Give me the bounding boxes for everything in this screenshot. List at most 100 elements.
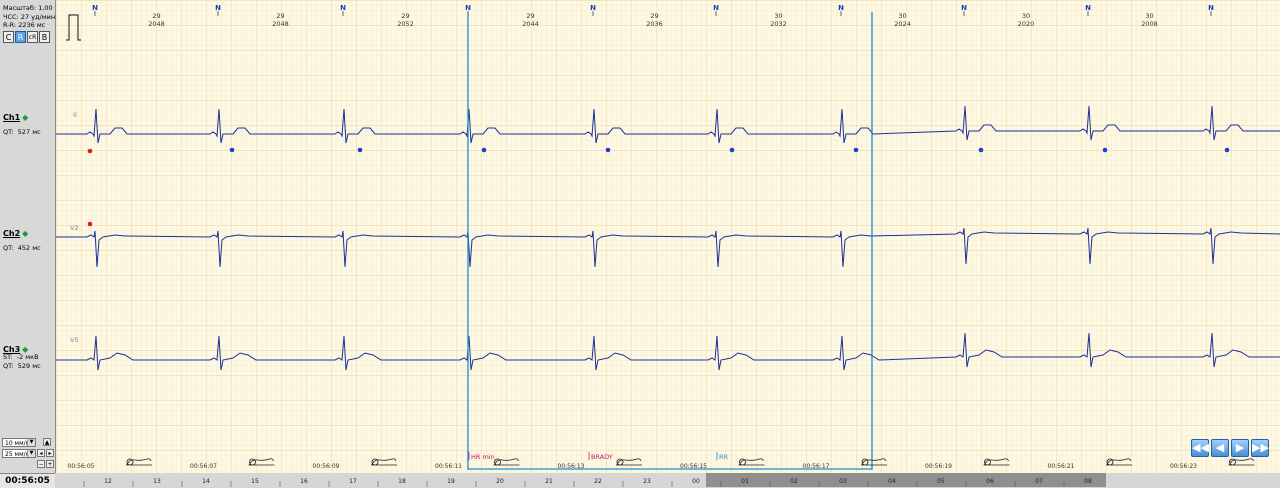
beat-marker[interactable] — [1102, 147, 1108, 153]
overview-tick-label: 06 — [986, 478, 994, 485]
zoom-in-button[interactable]: + — [46, 460, 54, 468]
rr-readout: R-R: 2236 мс — [3, 21, 45, 29]
prev-icon: ◀ — [1215, 441, 1225, 454]
beat-rr: 2008 — [1141, 20, 1158, 28]
hr-label: ЧСС: — [3, 13, 19, 21]
overview-timeline[interactable]: 12 13 14 15 16 17 18 19 20 21 22 23 00 01 02 03 04 05 06 07… — [56, 473, 1280, 487]
beat-label[interactable]: N — [838, 4, 844, 12]
event-rr[interactable]: RR — [719, 453, 729, 461]
beat-marker[interactable] — [87, 148, 93, 154]
time-tick-label: 00:56:21 — [1048, 463, 1075, 470]
beat-label[interactable]: N — [215, 4, 221, 12]
overview-tick-label: 05 — [937, 478, 945, 485]
chevron-down-icon: ▼ — [27, 450, 35, 457]
time-tick-label: 00:56:23 — [1170, 463, 1197, 470]
beat-marker[interactable] — [229, 147, 235, 153]
zoom-out-button[interactable]: − — [37, 460, 45, 468]
beat-marker[interactable] — [978, 147, 984, 153]
rr-unit: мс — [36, 21, 46, 29]
overview-tick-label: 23 — [643, 478, 651, 485]
mode-button-c[interactable]: C — [3, 31, 14, 43]
beat-marker[interactable] — [729, 147, 735, 153]
time-tick-label: 00:56:17 — [803, 463, 830, 470]
overview-tick-label: 12 — [104, 478, 112, 485]
overview-tick-label: 22 — [594, 478, 602, 485]
beat-hr: 29 — [152, 12, 160, 20]
time-tick-label: 00:56:09 — [313, 463, 340, 470]
channel-1-status-icon: ◆ — [22, 113, 29, 122]
beat-hr: 29 — [276, 12, 284, 20]
ecg-strip[interactable]: N292048N292048N292052N292044N292036N3020… — [56, 0, 1280, 473]
next-icon: ▶ — [1235, 441, 1245, 454]
rr-label: R-R: — [3, 21, 17, 29]
lead-label: V2 — [70, 224, 79, 232]
channel-3-qt: QT: 529 мс — [3, 362, 41, 370]
hr-value: 27 — [20, 13, 30, 21]
beat-label[interactable]: N — [1085, 4, 1091, 12]
beat-marker[interactable] — [481, 147, 487, 153]
beat-label[interactable]: N — [1208, 4, 1214, 12]
overview-tick-label: 13 — [153, 478, 161, 485]
overview-tick-label: 20 — [496, 478, 504, 485]
gain-up-button[interactable]: ▲ — [43, 438, 51, 446]
mode-button-cr[interactable]: cR — [27, 31, 38, 43]
beat-label[interactable]: N — [92, 4, 98, 12]
channel-3-st: ST: -2 мкВ — [3, 353, 39, 361]
beat-hr: 30 — [898, 12, 906, 20]
beat-label[interactable]: N — [961, 4, 967, 12]
beat-label[interactable]: N — [713, 4, 719, 12]
overview-tick-label: 01 — [741, 478, 749, 485]
beat-label[interactable]: N — [465, 4, 471, 12]
beat-marker[interactable] — [357, 147, 363, 153]
beat-marker[interactable] — [87, 221, 93, 227]
beat-marker[interactable] — [1224, 147, 1230, 153]
beat-rr: 2024 — [894, 20, 911, 28]
overview-tick-label: 16 — [300, 478, 308, 485]
overview-tick-label: 02 — [790, 478, 798, 485]
overview-tick-label: 19 — [447, 478, 455, 485]
event-hr-min[interactable]: HR min — [471, 453, 495, 461]
prev-button[interactable]: ◀ — [1211, 439, 1229, 457]
info-panel: Масштаб: 1,00 ЧСС: 27 уд/мин R-R: 2236 м… — [0, 0, 56, 473]
speed-select[interactable]: 25 мм/с ▼ — [2, 449, 36, 458]
beat-marker[interactable] — [605, 147, 611, 153]
beat-label[interactable]: N — [340, 4, 346, 12]
rewind-button[interactable]: ◀◀ — [1191, 439, 1209, 457]
speed-left-button[interactable]: ◂ — [37, 449, 45, 457]
current-time: 00:56:05 — [0, 473, 55, 488]
overview-tick-label: 03 — [839, 478, 847, 485]
beat-rr: 2036 — [646, 20, 663, 28]
beat-rr: 2032 — [770, 20, 787, 28]
fast-forward-icon: ▶▶ — [1252, 441, 1269, 454]
channel-2-qt: QT: 452 мс — [3, 244, 41, 252]
hr-readout: ЧСС: 27 уд/мин — [3, 13, 55, 21]
speed-right-button[interactable]: ▸ — [46, 449, 54, 457]
mode-button-r[interactable]: R — [15, 31, 26, 43]
channel-1-label[interactable]: Ch1 ◆ — [3, 113, 28, 122]
beat-hr: 29 — [401, 12, 409, 20]
lead-label: II — [73, 111, 77, 119]
beat-marker[interactable] — [853, 147, 859, 153]
beat-rr: 2048 — [272, 20, 289, 28]
chevron-down-icon: ▼ — [27, 439, 35, 446]
overview-tick-label: 04 — [888, 478, 896, 485]
rewind-icon: ◀◀ — [1192, 441, 1209, 454]
overview-viewport[interactable] — [706, 473, 1106, 487]
overview-tick-label: 00 — [692, 478, 700, 485]
next-button[interactable]: ▶ — [1231, 439, 1249, 457]
overview-tick-label: 18 — [398, 478, 406, 485]
mode-button-b[interactable]: B — [39, 31, 50, 43]
beat-rr: 2020 — [1018, 20, 1035, 28]
event-brady[interactable]: BRADY — [591, 453, 613, 461]
time-tick-label: 00:56:05 — [68, 463, 95, 470]
gain-select[interactable]: 10 мм/мВ ▼ — [2, 438, 36, 447]
beat-label[interactable]: N — [590, 4, 596, 12]
lead-label: V5 — [70, 336, 79, 344]
channel-2-label[interactable]: Ch2 ◆ — [3, 229, 28, 238]
fast-forward-button[interactable]: ▶▶ — [1251, 439, 1269, 457]
beat-hr: 30 — [1022, 12, 1030, 20]
time-tick-label: 00:56:13 — [558, 463, 585, 470]
rr-value: 2236 — [18, 21, 35, 29]
scale-value: 1,00 — [38, 4, 53, 12]
scale-readout: Масштаб: 1,00 — [3, 4, 53, 12]
